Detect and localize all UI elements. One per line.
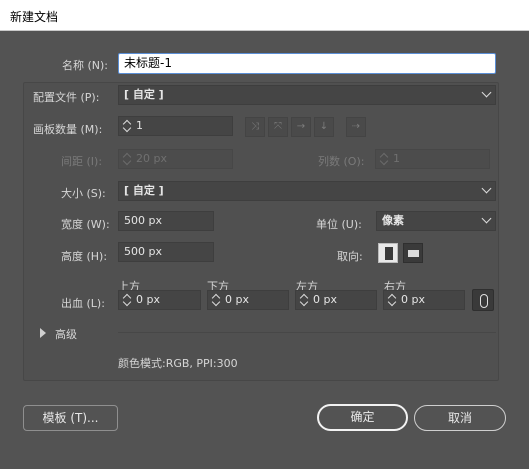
profile-select[interactable]: [ 自定 ] [118, 85, 496, 105]
height-label: 高度 (H): [61, 250, 108, 263]
disclosure-triangle-icon[interactable] [40, 328, 46, 338]
arrange-by-row-icon[interactable]: → [291, 117, 311, 137]
chevron-down-icon [481, 87, 492, 98]
stepper-arrows-icon[interactable] [387, 292, 397, 308]
stepper-arrows-icon [122, 151, 132, 167]
bleed-bottom-stepper[interactable]: 0 px [207, 290, 289, 310]
size-select[interactable]: [ 自定 ] [118, 181, 496, 201]
portrait-icon[interactable] [378, 243, 398, 263]
grid-by-column-icon[interactable]: ⤧ [268, 117, 288, 137]
landscape-icon[interactable] [403, 243, 423, 263]
width-input[interactable]: 500 px [118, 211, 214, 231]
bleed-right-value: 0 px [401, 293, 425, 306]
name-label: 名称 (N): [62, 59, 109, 72]
stepper-arrows-icon[interactable] [122, 292, 132, 308]
artboard-count-label: 画板数量 (M): [33, 123, 103, 136]
artboard-count-value: 1 [136, 119, 143, 132]
cancel-button[interactable]: 取消 [414, 405, 506, 431]
window-title: 新建文档 [10, 10, 59, 24]
size-label: 大小 (S): [61, 187, 106, 200]
columns-value: 1 [393, 152, 400, 165]
grid-by-row-icon[interactable]: ⤨ [245, 117, 265, 137]
bleed-left-stepper[interactable]: 0 px [295, 290, 377, 310]
width-label: 宽度 (W): [61, 218, 110, 231]
title-bar: 新建文档 [0, 0, 529, 31]
bleed-label: 出血 (L): [61, 297, 105, 310]
right-to-left-icon[interactable]: ⇢ [346, 117, 366, 137]
arrange-by-column-icon[interactable]: ↓ [314, 117, 334, 137]
stepper-arrows-icon[interactable] [299, 292, 309, 308]
height-input[interactable]: 500 px [118, 242, 214, 262]
bleed-top-value: 0 px [136, 293, 160, 306]
color-mode-info: 颜色模式:RGB, PPI:300 [118, 357, 238, 370]
templates-button[interactable]: 模板 (T)... [23, 405, 118, 431]
bleed-bottom-value: 0 px [225, 293, 249, 306]
size-value: [ 自定 ] [124, 184, 164, 197]
chevron-down-icon [481, 213, 492, 224]
profile-value: [ 自定 ] [124, 88, 164, 101]
spacing-label: 间距 (I): [61, 155, 103, 168]
stepper-arrows-icon[interactable] [122, 118, 132, 134]
units-select[interactable]: 像素 [376, 211, 496, 231]
spacing-value: 20 px [136, 152, 167, 165]
spacing-stepper[interactable]: 20 px [118, 149, 233, 169]
bleed-top-stepper[interactable]: 0 px [118, 290, 201, 310]
profile-label: 配置文件 (P): [33, 91, 100, 104]
bleed-left-value: 0 px [313, 293, 337, 306]
stepper-arrows-icon[interactable] [211, 292, 221, 308]
chevron-down-icon [481, 183, 492, 194]
artboard-count-stepper[interactable]: 1 [118, 116, 233, 136]
link-icon[interactable] [472, 289, 494, 311]
orientation-label: 取向: [337, 250, 363, 263]
bleed-right-stepper[interactable]: 0 px [383, 290, 465, 310]
units-label: 单位 (U): [316, 218, 362, 231]
stepper-arrows-icon [379, 151, 389, 167]
ok-button[interactable]: 确定 [317, 404, 408, 431]
advanced-toggle[interactable]: 高级 [55, 326, 77, 342]
divider [118, 332, 496, 333]
name-input[interactable]: 未标题-1 [118, 53, 496, 74]
columns-stepper[interactable]: 1 [375, 149, 490, 169]
columns-label: 列数 (O): [318, 155, 365, 168]
units-value: 像素 [382, 214, 404, 227]
